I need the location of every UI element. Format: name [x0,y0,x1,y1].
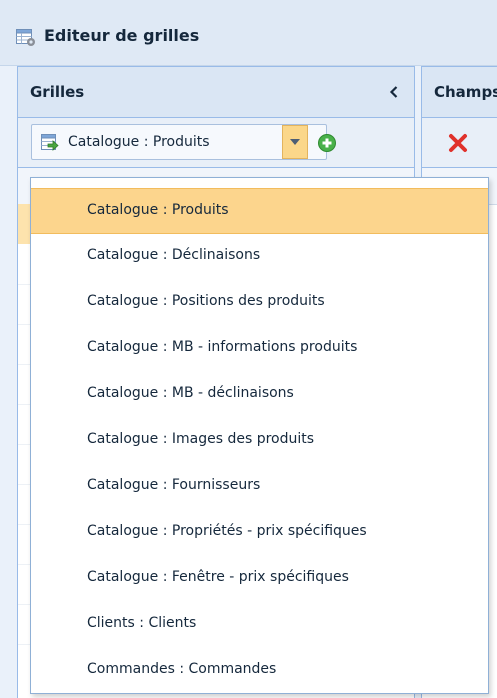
grid-select-dropdown: Catalogue : Produits Catalogue : Déclina… [30,177,489,694]
champs-panel-title: Champs [434,83,497,101]
grid-editor-window: Editeur de grilles Grilles Catalogue : P… [0,0,497,698]
dropdown-item-label: Catalogue : MB - déclinaisons [87,385,294,401]
dropdown-item-label: Catalogue : Propriétés - prix spécifique… [87,523,367,539]
window-title: Editeur de grilles [44,26,200,45]
add-circle-icon[interactable] [317,133,337,153]
dropdown-item[interactable]: Catalogue : Images des produits [31,418,488,464]
dropdown-item-label: Catalogue : Produits [87,202,229,218]
grilles-panel-title: Grilles [30,83,85,101]
grid-select-value: Catalogue : Produits [68,134,210,150]
grilles-toolbar: Catalogue : Produits [18,118,414,168]
delete-x-icon[interactable] [448,133,468,153]
dropdown-item[interactable]: Catalogue : MB - déclinaisons [31,372,488,418]
dropdown-item[interactable]: Catalogue : Fournisseurs [31,464,488,510]
dropdown-item-label: Catalogue : Fournisseurs [87,477,261,493]
dropdown-item[interactable]: Catalogue : Déclinaisons [31,234,488,280]
champs-panel-header: Champs [422,66,497,118]
grid-editor-icon [16,29,35,46]
dropdown-item-label: Clients : Clients [87,615,197,631]
dropdown-item[interactable]: Catalogue : Produits [31,188,488,234]
dropdown-item[interactable]: Catalogue : Positions des produits [31,280,488,326]
dropdown-item[interactable]: Commandes : Commandes [31,648,488,693]
dropdown-item-label: Catalogue : Déclinaisons [87,247,261,263]
grid-select-combo[interactable]: Catalogue : Produits [31,124,336,160]
chevron-down-icon [290,139,300,145]
dropdown-item-label: Catalogue : Images des produits [87,431,315,447]
dropdown-item[interactable]: Catalogue : Fenêtre - prix spécifiques [31,556,488,602]
dropdown-item-label: Catalogue : MB - informations produits [87,339,358,355]
chevron-left-icon[interactable] [386,84,402,100]
dropdown-item[interactable]: Catalogue : Propriétés - prix spécifique… [31,510,488,556]
dropdown-item[interactable]: Clients : Clients [31,602,488,648]
grilles-panel-header: Grilles [18,66,414,118]
dropdown-item-label: Catalogue : Fenêtre - prix spécifiques [87,569,349,585]
combo-dropdown-button[interactable] [282,125,308,159]
grid-export-icon [41,134,59,151]
dropdown-item[interactable]: Catalogue : MB - informations produits [31,326,488,372]
title-bar: Editeur de grilles [0,0,497,66]
dropdown-item-label: Catalogue : Positions des produits [87,293,325,309]
champs-toolbar [422,118,497,168]
dropdown-item-label: Commandes : Commandes [87,661,277,677]
